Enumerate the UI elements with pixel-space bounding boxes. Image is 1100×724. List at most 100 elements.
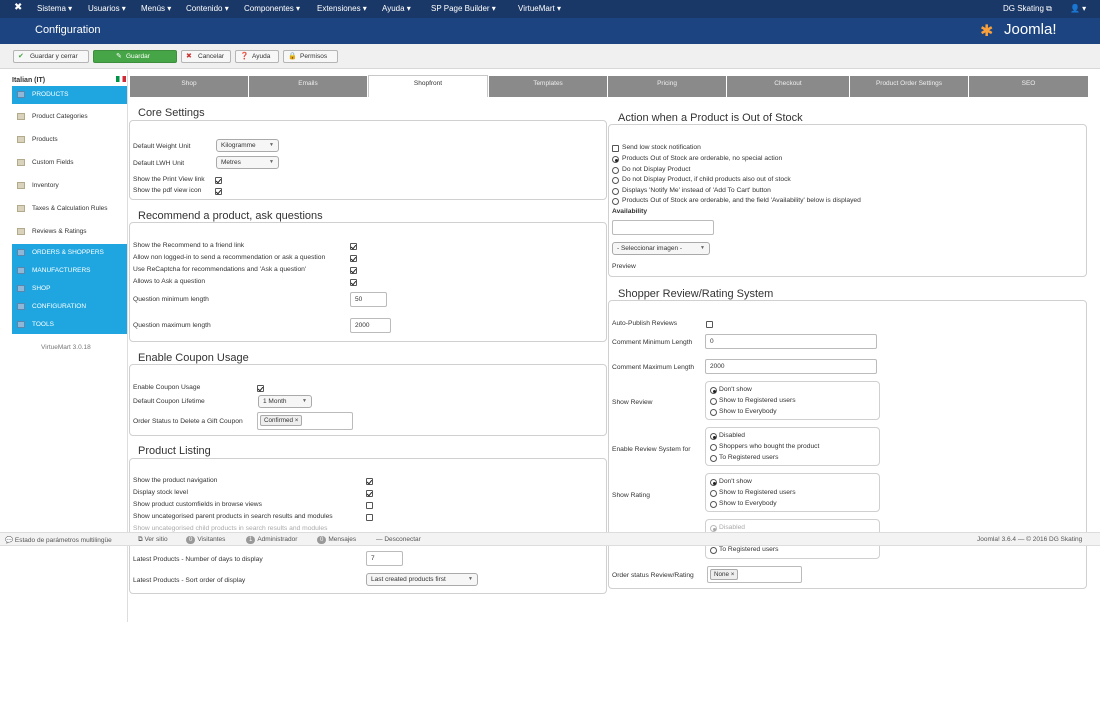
rating-partial-radio-1[interactable] [710,525,717,532]
sidebar-item-configuration[interactable]: CONFIGURATION [12,298,127,316]
show-review-radio-2[interactable] [710,398,717,405]
availability-input[interactable] [612,220,714,235]
sidebar-item-products[interactable]: PRODUCTS [12,86,127,104]
oos-option-1-radio[interactable] [612,156,619,163]
save-button[interactable]: ✎ Guardar [93,50,177,63]
show-rating-radio-1[interactable] [710,479,717,486]
recaptcha-checkbox[interactable] [350,267,357,274]
tab-templates[interactable]: Templates [489,76,607,97]
comment-min-input[interactable]: 0 [705,334,877,349]
tab-product-order-settings[interactable]: Product Order Settings [850,76,968,97]
sidebar-item-inventory[interactable]: Inventory [12,177,127,194]
tab-shop[interactable]: Shop [130,76,248,97]
menu-usuarios[interactable]: Usuarios ▾ [88,4,126,13]
none-chip[interactable]: None × [710,569,739,580]
oos-option-2-radio[interactable] [612,167,619,174]
manufacturers-icon [17,267,25,274]
question-max-label: Question maximum length [133,322,211,329]
print-view-checkbox[interactable] [215,177,222,184]
image-select[interactable]: - Seleccionar imagen - ▼ [612,242,710,255]
messages-status[interactable]: 0 Mensajes [317,536,356,544]
sidebar-item-taxes[interactable]: Taxes & Calculation Rules [12,200,127,217]
help-button[interactable]: ❓ Ayuda [235,50,279,63]
print-view-label: Show the Print View link [133,176,205,183]
latest-days-input[interactable]: 7 [366,551,403,566]
sidebar-item-custom-fields[interactable]: Custom Fields [12,154,127,171]
visitors-label: Visitantes [197,536,226,543]
enable-review-option-3: To Registered users [719,454,779,461]
italy-flag-icon[interactable] [116,76,126,82]
menu-sp-page-builder[interactable]: SP Page Builder ▾ [431,4,496,13]
oos-option-3-radio[interactable] [612,177,619,184]
pdf-view-checkbox[interactable] [215,188,222,195]
uncat-parent-checkbox[interactable] [366,514,373,521]
multilang-status[interactable]: 💬 Estado de parámetros multilingüe [5,536,112,544]
show-rating-radio-2[interactable] [710,490,717,497]
product-nav-checkbox[interactable] [366,478,373,485]
tab-seo[interactable]: SEO [969,76,1088,97]
oos-option-4-radio[interactable] [612,188,619,195]
title-bar: Configuration ✱ Joomla! [0,18,1100,44]
menu-ayuda[interactable]: Ayuda ▾ [382,4,411,13]
weight-unit-select[interactable]: Kilogramme ▼ [216,139,279,152]
ask-question-checkbox[interactable] [350,279,357,286]
logout-link[interactable]: — Desconectar [376,536,421,543]
sidebar-item-tools[interactable]: TOOLS [12,316,127,334]
out-of-stock-title: Action when a Product is Out of Stock [616,112,805,124]
view-site-link[interactable]: ⧉ Ver sitio [138,536,168,544]
menu-componentes[interactable]: Componentes ▾ [244,4,300,13]
enable-coupon-checkbox[interactable] [257,385,264,392]
menu-extensiones[interactable]: Extensiones ▾ [317,4,367,13]
menu-virtuemart[interactable]: VirtueMart ▾ [518,4,561,13]
sidebar-item-manufacturers[interactable]: MANUFACTURERS [12,262,127,280]
sidebar-item-orders[interactable]: ORDERS & SHOPPERS [12,244,127,262]
caret-down-icon: ▼ [269,142,274,148]
cancel-button[interactable]: ✖ Cancelar [181,50,231,63]
stock-level-checkbox[interactable] [366,490,373,497]
sidebar-item-products-list[interactable]: Products [12,131,127,148]
comment-max-input[interactable]: 2000 [705,359,877,374]
show-review-radio-1[interactable] [710,387,717,394]
sidebar-item-label: TOOLS [32,321,54,328]
enable-review-radio-2[interactable] [710,444,717,451]
sidebar-item-label: ORDERS & SHOPPERS [32,249,104,256]
sidebar-item-reviews[interactable]: Reviews & Ratings [12,223,127,240]
permissions-button[interactable]: 🔒 Permisos [283,50,338,63]
show-rating-radio-3[interactable] [710,501,717,508]
lwh-unit-select[interactable]: Metres ▼ [216,156,279,169]
menu-menus[interactable]: Menús ▾ [141,4,171,13]
low-stock-checkbox[interactable] [612,145,619,152]
latest-days-label: Latest Products - Number of days to disp… [133,556,263,563]
show-rating-label: Show Rating [612,492,650,499]
latest-sort-select[interactable]: Last created products first ▼ [366,573,478,586]
tab-checkout[interactable]: Checkout [727,76,849,97]
user-menu[interactable]: 👤 ▾ [1070,4,1086,13]
save-close-button[interactable]: ✔ Guardar y cerrar [13,50,89,63]
admin-label: Administrador [257,536,298,543]
enable-review-label: Enable Review System for [612,446,691,453]
enable-review-radio-3[interactable] [710,455,717,462]
menu-contenido[interactable]: Contenido ▾ [186,4,229,13]
permissions-label: Permisos [300,53,328,60]
question-min-input[interactable]: 50 [350,292,387,307]
joomla-logo-icon[interactable]: ✖ [14,2,22,13]
tab-emails[interactable]: Emails [249,76,367,97]
enable-review-radio-1[interactable] [710,433,717,440]
coupon-lifetime-select[interactable]: 1 Month ▼ [258,395,312,408]
delete-coupon-label: Order Status to Delete a Gift Coupon [133,418,243,425]
tab-pricing[interactable]: Pricing [608,76,726,97]
site-link[interactable]: DG Skating ⧉ [1003,4,1052,14]
sidebar-item-shop[interactable]: SHOP [12,280,127,298]
oos-option-5-radio[interactable] [612,198,619,205]
tab-shopfront[interactable]: Shopfront [368,75,488,97]
non-logged-checkbox[interactable] [350,255,357,262]
question-max-input[interactable]: 2000 [350,318,391,333]
show-review-radio-3[interactable] [710,409,717,416]
confirmed-chip[interactable]: Confirmed × [260,415,303,426]
sidebar-item-product-categories[interactable]: Product Categories [12,108,127,125]
customfields-checkbox[interactable] [366,502,373,509]
auto-publish-checkbox[interactable] [706,321,713,328]
recommend-friend-checkbox[interactable] [350,243,357,250]
menu-sistema[interactable]: Sistema ▾ [37,4,72,13]
rating-partial-radio-3[interactable] [710,547,717,554]
